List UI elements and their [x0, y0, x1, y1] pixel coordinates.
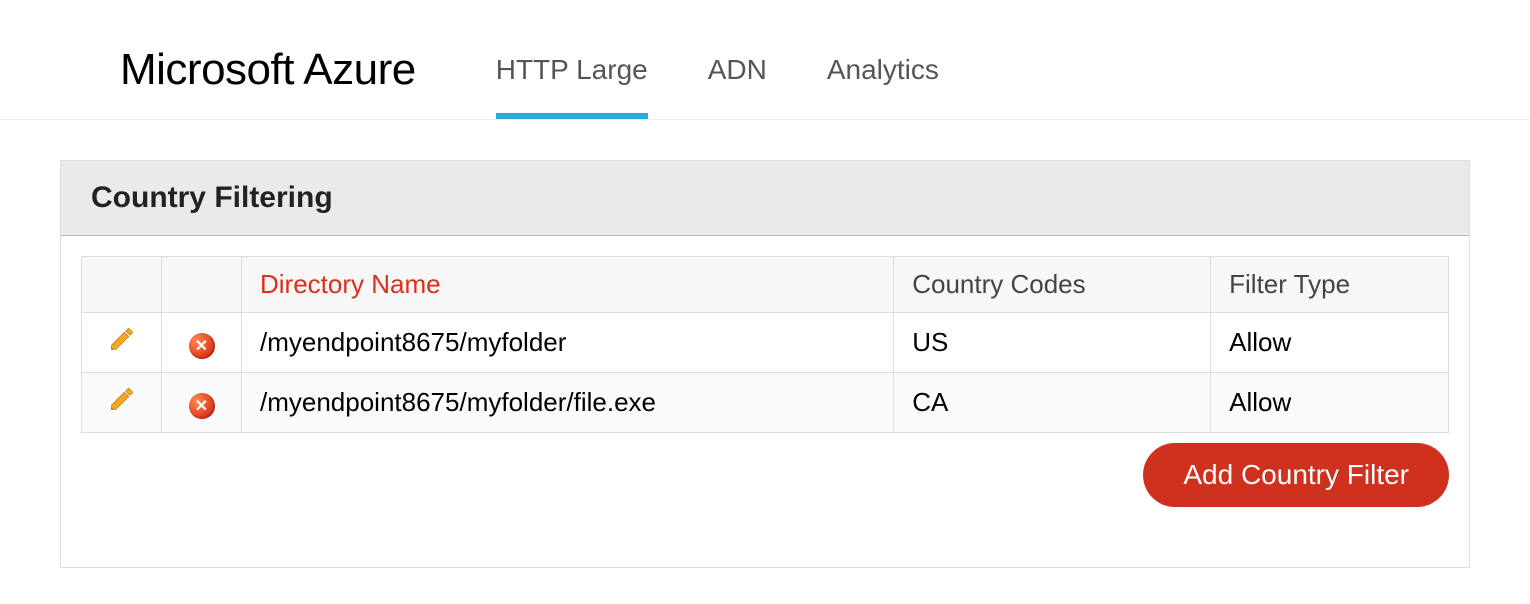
- filters-table: Directory Name Country Codes Filter Type…: [81, 256, 1449, 433]
- col-edit: [82, 257, 162, 313]
- country-filtering-panel: Country Filtering Directory Name Country…: [60, 160, 1470, 568]
- cell-directory-name: /myendpoint8675/myfolder/file.exe: [242, 373, 894, 433]
- col-directory-name[interactable]: Directory Name: [242, 257, 894, 313]
- cell-filter-type: Allow: [1211, 313, 1449, 373]
- table-header-row: Directory Name Country Codes Filter Type: [82, 257, 1449, 313]
- cell-country-codes: US: [894, 313, 1211, 373]
- pencil-icon[interactable]: [108, 389, 136, 419]
- header: Microsoft Azure HTTP Large ADN Analytics: [0, 0, 1530, 120]
- add-country-filter-button[interactable]: Add Country Filter: [1143, 443, 1449, 507]
- panel-title: Country Filtering: [91, 181, 1439, 215]
- panel-header: Country Filtering: [61, 161, 1469, 236]
- cell-country-codes: CA: [894, 373, 1211, 433]
- col-filter-type[interactable]: Filter Type: [1211, 257, 1449, 313]
- cell-filter-type: Allow: [1211, 373, 1449, 433]
- delete-icon[interactable]: ✕: [189, 333, 215, 359]
- panel-body: Directory Name Country Codes Filter Type…: [61, 236, 1469, 567]
- table-row: ✕ /myendpoint8675/myfolder/file.exe CA A…: [82, 373, 1449, 433]
- button-row: Add Country Filter: [81, 443, 1449, 507]
- cell-directory-name: /myendpoint8675/myfolder: [242, 313, 894, 373]
- delete-icon[interactable]: ✕: [189, 393, 215, 419]
- tab-analytics[interactable]: Analytics: [827, 20, 939, 119]
- pencil-icon[interactable]: [108, 329, 136, 359]
- col-delete: [162, 257, 242, 313]
- tab-adn[interactable]: ADN: [708, 20, 767, 119]
- col-country-codes[interactable]: Country Codes: [894, 257, 1211, 313]
- tab-http-large[interactable]: HTTP Large: [496, 20, 648, 119]
- azure-logo: Microsoft Azure: [120, 45, 416, 95]
- table-row: ✕ /myendpoint8675/myfolder US Allow: [82, 313, 1449, 373]
- nav-tabs: HTTP Large ADN Analytics: [496, 20, 939, 119]
